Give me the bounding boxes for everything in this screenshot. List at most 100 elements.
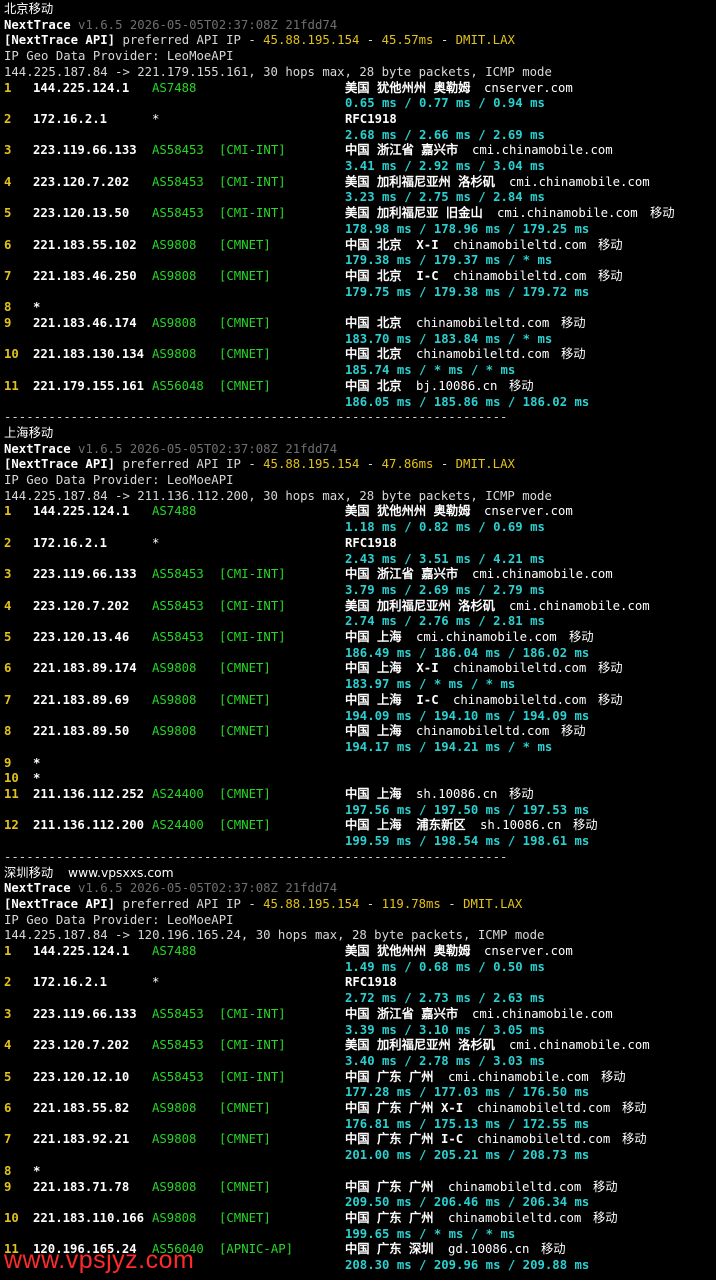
hop-domain: cmi.chinamobile.com xyxy=(472,567,613,582)
hop-asn: AS9808 xyxy=(152,724,197,739)
hop-geo: 美国 加利福尼亚州 洛杉矶 xyxy=(345,174,496,189)
site-label: www.vpsxxs.com xyxy=(68,865,174,880)
hop-asn: AS9808 xyxy=(152,1101,197,1115)
geo-provider-line: IP Geo Data Provider: LeoMoeAPI xyxy=(4,913,234,929)
hop-ip: 144.225.124.1 xyxy=(33,80,130,95)
hop-ip: 221.183.55.102 xyxy=(33,237,137,252)
hop-ip: 223.119.66.133 xyxy=(33,567,137,582)
separator-dashes: ----------------------------------------… xyxy=(4,849,508,864)
hop-network-tag: [CMI-INT] xyxy=(219,1038,286,1053)
hop-ip: 211.136.112.200 xyxy=(33,818,145,833)
hop-domain: cnserver.com xyxy=(484,80,573,95)
hop-number: 10 xyxy=(4,347,19,362)
hop-domain: chinamobileltd.com xyxy=(453,237,587,252)
hop-ip: 172.16.2.1 xyxy=(33,111,108,126)
hop-asn: AS58453 xyxy=(152,1006,204,1021)
route-line: 144.225.187.84 -> 211.136.112.200, 30 ho… xyxy=(4,489,552,505)
hop-rtt-values: 208.30 ms / 209.96 ms / 209.88 ms xyxy=(345,1258,590,1272)
hop-domain: cnserver.com xyxy=(484,504,573,519)
hop-rtt-values: 1.49 ms / 0.68 ms / 0.50 ms xyxy=(345,959,545,974)
hop-number: 3 xyxy=(4,567,12,582)
route-line: 144.225.187.84 -> 120.196.165.24, 30 hop… xyxy=(4,928,544,944)
hop-network-tag: [CMNET] xyxy=(219,1179,271,1194)
hop-network-tag: [CMNET] xyxy=(219,316,271,330)
hop-timeout: * xyxy=(33,1163,41,1178)
hop-number: 5 xyxy=(4,206,12,221)
nexttrace-version-line: NextTrace v1.6.5 2026-05-05T02:37:08Z 21… xyxy=(4,881,337,897)
hop-rtt-values: 194.17 ms / 194.21 ms / * ms xyxy=(345,739,553,754)
separator-line: ----------------------------------------… xyxy=(4,410,507,426)
hop-rtt-values: 2.74 ms / 2.76 ms / 2.81 ms xyxy=(345,614,545,629)
api-dash: - xyxy=(359,896,382,911)
hop-geo: 中国 广东 广州 xyxy=(345,1210,434,1225)
hop-geo: 中国 北京 xyxy=(345,378,402,393)
nexttrace-version-line: NextTrace v1.6.5 2026-05-05T02:37:08Z 21… xyxy=(4,442,337,458)
hop-rtt-values: 201.00 ms / 205.21 ms / 208.73 ms xyxy=(345,1148,590,1163)
hop-isp: 移动 xyxy=(598,237,623,252)
hop-rtt-values: 2.68 ms / 2.66 ms / 2.69 ms xyxy=(345,127,545,142)
hop-geo: 中国 广东 深圳 xyxy=(345,1242,434,1257)
hop-ip: 221.183.110.166 xyxy=(33,1210,145,1225)
hop-number: 10 xyxy=(4,1210,19,1225)
hop-asn: AS58453 xyxy=(152,1069,204,1084)
geo-provider: IP Geo Data Provider: LeoMoeAPI xyxy=(4,912,234,927)
nexttrace-version-line: NextTrace v1.6.5 2026-05-05T02:37:08Z 21… xyxy=(4,18,337,34)
hop-asn: AS9808 xyxy=(152,661,197,676)
hop-number: 3 xyxy=(4,1006,12,1021)
hop-asn: AS9808 xyxy=(152,316,197,330)
hop-number: 8 xyxy=(4,300,12,315)
api-dash: - xyxy=(359,33,382,48)
hop-isp: 移动 xyxy=(573,818,598,833)
hop-domain: sh.10086.cn xyxy=(416,787,498,801)
hop-number: 2 xyxy=(4,535,12,550)
route-summary: 144.225.187.84 -> 211.136.112.200, 30 ho… xyxy=(4,488,552,503)
hop-domain: chinamobileltd.com xyxy=(416,316,550,330)
hop-geo: 中国 上海 xyxy=(345,630,402,644)
hop-ip: 223.120.13.50 xyxy=(33,206,130,221)
hop-ip: 221.179.155.161 xyxy=(33,378,145,393)
hop-network-tag: [CMNET] xyxy=(219,347,271,362)
hop-domain: cnserver.com xyxy=(484,944,573,958)
hop-asn: AS58453 xyxy=(152,567,204,582)
hop-geo: 美国 犹他州州 奥勒姆 xyxy=(345,504,471,519)
hop-ip: 223.120.7.202 xyxy=(33,598,130,613)
hop-isp: 移动 xyxy=(622,1101,647,1115)
api-latency: 119.78ms xyxy=(381,896,441,911)
api-tag: [NextTrace API] xyxy=(4,896,116,911)
route-line: 144.225.187.84 -> 221.179.155.161, 30 ho… xyxy=(4,65,552,81)
hop-rtt-values: 185.74 ms / * ms / * ms xyxy=(345,363,516,378)
hop-asn: AS58453 xyxy=(152,630,204,644)
hop-number: 8 xyxy=(4,724,12,739)
hop-ip: 144.225.124.1 xyxy=(33,944,130,958)
hop-domain: cmi.chinamobile.com xyxy=(472,143,613,158)
section-title-text: 北京移动 xyxy=(4,2,54,16)
hop-isp: 移动 xyxy=(593,1210,618,1225)
hop-number: 6 xyxy=(4,661,12,676)
app-name: NextTrace xyxy=(4,17,71,32)
hop-ip: 221.183.92.21 xyxy=(33,1132,130,1147)
hop-isp: 移动 xyxy=(598,268,623,283)
version-string: v1.6.5 2026-05-05T02:37:08Z 21fdd74 xyxy=(78,441,338,456)
hop-number: 11 xyxy=(4,787,19,801)
hop-isp: 移动 xyxy=(593,1179,618,1194)
hop-asn: AS9808 xyxy=(152,1179,197,1194)
geo-provider-line: IP Geo Data Provider: LeoMoeAPI xyxy=(4,473,234,489)
api-location: DMIT.LAX xyxy=(455,457,515,472)
hop-rtt-values: 199.65 ms / * ms / * ms xyxy=(345,1226,516,1241)
hop-isp: 移动 xyxy=(598,661,623,676)
section-title: 上海移动 xyxy=(4,426,53,442)
hop-number: 10 xyxy=(4,771,19,786)
hop-domain: chinamobileltd.com xyxy=(448,1210,582,1225)
api-location: DMIT.LAX xyxy=(455,33,515,48)
hop-rtt-values: 183.70 ms / 183.84 ms / * ms xyxy=(345,331,553,346)
api-ip: 45.88.195.154 xyxy=(263,896,360,911)
api-latency: 47.86ms xyxy=(381,457,434,472)
hop-geo: 中国 上海 xyxy=(345,787,402,801)
hop-network-tag: [CMI-INT] xyxy=(219,1069,286,1084)
api-dash: - xyxy=(433,457,456,472)
separator-line: ----------------------------------------… xyxy=(4,850,507,866)
hop-ip: 221.183.46.250 xyxy=(33,268,137,283)
hop-network-tag: [CMI-INT] xyxy=(219,598,286,613)
section-title-text: 深圳移动 xyxy=(4,865,54,880)
version-string: v1.6.5 2026-05-05T02:37:08Z 21fdd74 xyxy=(78,881,338,896)
